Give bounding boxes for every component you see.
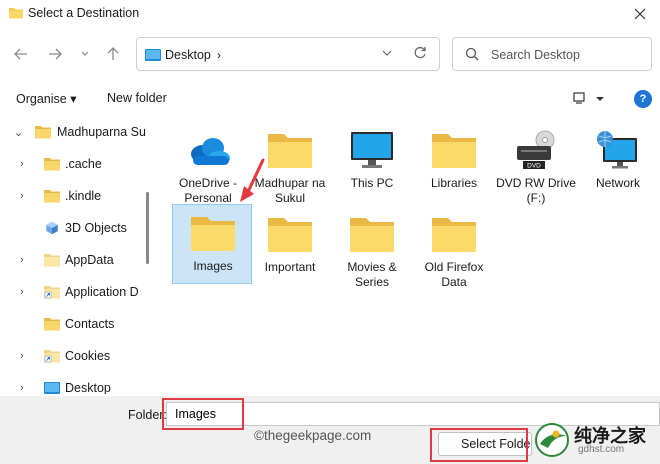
sidebar-item-label: Cookies <box>65 349 111 363</box>
chevron-right-icon[interactable]: › <box>20 190 24 202</box>
select-button-highlight <box>430 428 528 462</box>
dvd-drive-icon: DVD <box>517 130 555 170</box>
sidebar-item-application-data[interactable]: › Application D <box>0 278 146 306</box>
folder-icon <box>191 217 235 251</box>
close-icon[interactable] <box>628 4 652 24</box>
chevron-right-icon[interactable]: › <box>20 382 24 394</box>
help-icon[interactable]: ? <box>634 90 652 108</box>
folder-icon <box>44 254 60 267</box>
address-bar[interactable]: Desktop › <box>136 37 440 71</box>
sidebar-item-label: .cache <box>65 157 102 171</box>
file-list: OneDrive - Personal Madhupar na Sukul Th… <box>152 116 660 396</box>
search-box[interactable] <box>452 37 652 71</box>
tile-images[interactable]: Images <box>172 204 252 284</box>
tile-label: This PC <box>350 176 394 190</box>
shortcut-folder-icon <box>44 350 60 363</box>
title-bar: Select a Destination <box>0 0 660 28</box>
sidebar-item-cache[interactable]: › .cache <box>0 150 146 178</box>
network-icon <box>597 131 637 169</box>
forward-arrow-icon[interactable] <box>44 44 66 64</box>
folder-icon <box>35 126 51 139</box>
new-folder-button[interactable]: New folder <box>107 91 167 105</box>
sidebar-item-label: Madhuparna Su <box>57 125 146 139</box>
onedrive-cloud-icon <box>191 138 230 165</box>
folder-icon <box>44 158 60 171</box>
sidebar-item-label: Contacts <box>65 317 115 331</box>
dialog-footer: Folder: ©thegeekpage.com Select Folder 纯… <box>0 396 660 464</box>
view-options-button[interactable] <box>572 90 608 108</box>
folder-icon <box>44 190 60 203</box>
chevron-right-icon[interactable]: › <box>20 350 24 362</box>
organise-button[interactable]: Organise ▾ <box>16 91 76 106</box>
tile-label: Old Firefox Data <box>424 260 484 289</box>
3d-objects-icon <box>46 221 58 235</box>
folder-icon <box>432 218 476 252</box>
navigation-pane: ⌄ Madhuparna Su › .cache › .kindle 3D Ob… <box>0 116 146 394</box>
chevron-right-icon[interactable]: › <box>20 254 24 266</box>
chevron-down-icon[interactable]: ⌄ <box>14 126 23 139</box>
chevron-down-icon[interactable] <box>381 47 393 59</box>
sidebar-item-madhuparna[interactable]: ⌄ Madhuparna Su <box>0 118 146 146</box>
sidebar-item-label: Desktop <box>65 381 111 394</box>
sidebar-item-desktop[interactable]: › Desktop <box>0 374 146 394</box>
shortcut-folder-icon <box>44 286 60 299</box>
folder-input-highlight <box>162 398 244 430</box>
tile-network[interactable]: Network <box>578 122 658 202</box>
search-icon <box>465 47 479 61</box>
folder-icon <box>432 134 476 168</box>
chevron-right-icon[interactable]: › <box>20 286 24 298</box>
window-title: Select a Destination <box>28 6 140 20</box>
breadcrumb-chevron-icon[interactable]: › <box>217 48 221 62</box>
folder-icon <box>9 8 23 19</box>
folder-icon <box>350 218 394 252</box>
back-arrow-icon[interactable] <box>10 44 32 64</box>
tile-label: Network <box>595 176 640 190</box>
sidebar-item-appdata[interactable]: › AppData <box>0 246 146 274</box>
search-input[interactable] <box>491 46 641 64</box>
dvd-badge: DVD <box>527 163 541 170</box>
tile-label: Libraries <box>430 176 478 190</box>
tile-dvd-drive[interactable]: DVD DVD RW Drive (F:) <box>496 122 576 205</box>
tile-movies-series[interactable]: Movies & Series <box>332 206 412 289</box>
sidebar-scrollbar[interactable] <box>146 192 149 264</box>
desktop-icon <box>145 49 161 61</box>
tile-important[interactable]: Important <box>250 206 330 286</box>
command-bar: Organise ▾ New folder ? <box>0 84 660 114</box>
brand-logo: 纯净之家 gdhst.com <box>530 420 660 460</box>
up-arrow-icon[interactable] <box>102 44 124 64</box>
folder-icon <box>268 218 312 252</box>
sidebar-item-label: 3D Objects <box>65 221 127 235</box>
sidebar-item-label: AppData <box>65 253 114 267</box>
sidebar-item-label: Application D <box>65 285 139 299</box>
folder-icon <box>44 318 60 331</box>
brand-url: gdhst.com <box>578 444 625 455</box>
address-location[interactable]: Desktop <box>165 48 211 62</box>
tile-label: Important <box>264 260 316 274</box>
sidebar-item-kindle[interactable]: › .kindle <box>0 182 146 210</box>
sidebar-item-3d-objects[interactable]: 3D Objects <box>0 214 146 242</box>
sidebar-item-contacts[interactable]: Contacts <box>0 310 146 338</box>
watermark-text: ©thegeekpage.com <box>254 428 372 443</box>
desktop-icon <box>44 382 60 394</box>
tile-old-firefox-data[interactable]: Old Firefox Data <box>414 206 494 289</box>
brand-logo-icon <box>535 423 569 457</box>
tile-label: Movies & Series <box>347 260 397 289</box>
sidebar-item-cookies[interactable]: › Cookies <box>0 342 146 370</box>
tile-label: Images <box>193 259 233 273</box>
tile-label: DVD RW Drive (F:) <box>496 176 576 205</box>
refresh-icon[interactable] <box>413 46 427 60</box>
chevron-down-icon[interactable] <box>74 44 96 64</box>
tile-libraries[interactable]: Libraries <box>414 122 494 202</box>
chevron-right-icon[interactable]: › <box>20 158 24 170</box>
monitor-icon <box>351 132 393 168</box>
folder-icon <box>268 134 312 168</box>
tile-this-pc[interactable]: This PC <box>332 122 412 202</box>
view-icon <box>573 92 604 104</box>
sidebar-item-label: .kindle <box>65 189 102 203</box>
annotation-arrow-icon <box>240 158 265 202</box>
